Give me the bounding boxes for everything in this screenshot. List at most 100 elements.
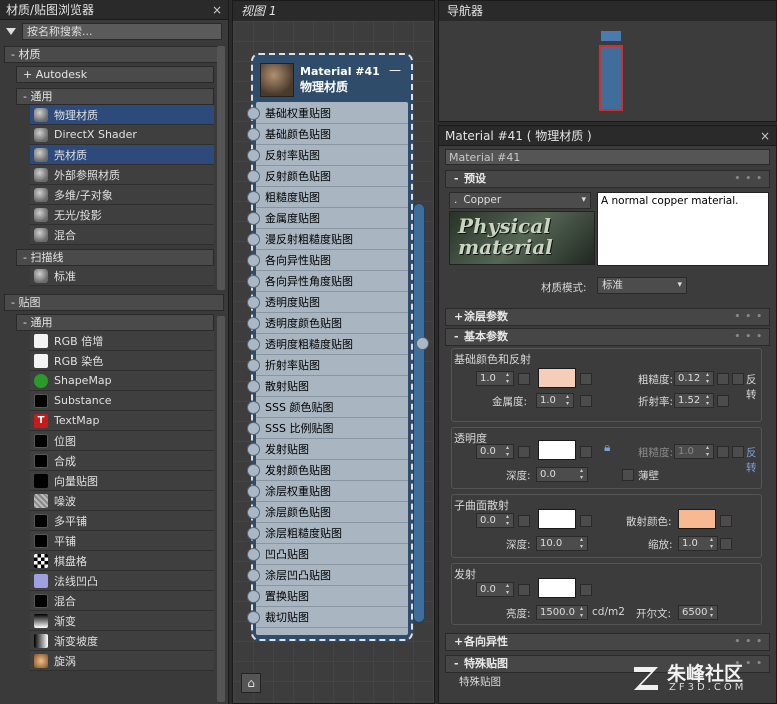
ior-map-button[interactable] xyxy=(717,395,729,407)
node-input-slot[interactable]: 透明度贴图 xyxy=(247,292,408,313)
input-socket[interactable] xyxy=(247,589,260,603)
emission-weight-spinner[interactable]: 0.0 xyxy=(476,582,514,597)
luminance-spinner[interactable]: 1500.0 xyxy=(536,605,588,620)
list-item[interactable]: 合成 xyxy=(30,451,214,471)
input-socket[interactable] xyxy=(247,232,260,246)
node-input-slot[interactable]: 金属度贴图 xyxy=(247,208,408,229)
node-input-slot[interactable]: 漫反射粗糙度贴图 xyxy=(247,229,408,250)
emission-weight-map-button[interactable] xyxy=(518,584,530,596)
input-socket[interactable] xyxy=(247,337,260,351)
lock-icon[interactable]: ⌂ xyxy=(241,673,261,693)
thin-walled-checkbox[interactable] xyxy=(622,469,634,481)
material-node[interactable]: Material #41 物理材质 — 基础权重贴图 基础颜色贴图 反射率贴图 反射颜… xyxy=(247,53,429,641)
list-item[interactable]: DirectX Shader xyxy=(30,125,214,145)
input-socket[interactable] xyxy=(247,547,260,561)
node-input-slot[interactable]: SSS 颜色贴图 xyxy=(247,397,408,418)
list-item[interactable]: 多平铺 xyxy=(30,511,214,531)
input-socket[interactable] xyxy=(247,526,260,540)
input-socket[interactable] xyxy=(247,169,260,183)
node-input-slot[interactable]: 涂层粗糙度贴图 xyxy=(247,523,408,544)
search-input[interactable] xyxy=(22,22,222,40)
transparency-invert-checkbox[interactable] xyxy=(732,446,744,458)
node-input-slot[interactable]: 裁切贴图 xyxy=(247,607,408,628)
transparency-roughness-spinner[interactable]: 1.0 xyxy=(674,444,714,459)
sss-depth-spinner[interactable]: 10.0 xyxy=(536,536,588,551)
sss-color-swatch[interactable] xyxy=(538,509,576,529)
sss-scale-map-button[interactable] xyxy=(720,538,732,550)
list-item[interactable]: 外部参照材质 xyxy=(30,165,214,185)
node-input-slot[interactable]: 涂层颜色贴图 xyxy=(247,502,408,523)
input-socket[interactable] xyxy=(247,610,260,624)
transparency-roughness-map-button[interactable] xyxy=(717,446,729,458)
node-input-slot[interactable]: SSS 比例贴图 xyxy=(247,418,408,439)
node-header[interactable]: Material #41 物理材质 — xyxy=(256,58,408,102)
material-list-scrollbar[interactable] xyxy=(217,46,225,290)
node-input-slot[interactable]: 凹凸贴图 xyxy=(247,544,408,565)
list-item[interactable]: 平铺 xyxy=(30,531,214,551)
sss-color-map-button[interactable] xyxy=(580,515,592,527)
list-item[interactable]: 向量贴图 xyxy=(30,471,214,491)
input-socket[interactable] xyxy=(247,358,260,372)
preset-dropdown[interactable]: . Copper xyxy=(449,192,591,209)
ior-spinner[interactable]: 1.52 xyxy=(674,393,714,408)
options-dropdown-icon[interactable] xyxy=(6,27,16,35)
scatter-color-swatch[interactable] xyxy=(678,509,716,529)
list-item[interactable]: 无光/投影 xyxy=(30,205,214,225)
input-socket[interactable] xyxy=(247,316,260,330)
output-socket[interactable] xyxy=(416,337,429,350)
input-socket[interactable] xyxy=(247,421,260,435)
list-item[interactable]: 旋涡 xyxy=(30,651,214,671)
material-name-field[interactable] xyxy=(445,149,770,165)
section-scanline[interactable]: - 扫描线 xyxy=(16,249,214,266)
list-item[interactable]: 位图 xyxy=(30,431,214,451)
node-input-slot[interactable]: 各向异性角度贴图 xyxy=(247,271,408,292)
transparency-color-swatch[interactable] xyxy=(538,440,576,460)
metalness-spinner[interactable]: 1.0 xyxy=(536,393,574,408)
list-item[interactable]: ShapeMap xyxy=(30,371,214,391)
scatter-color-map-button[interactable] xyxy=(720,515,732,527)
list-item[interactable]: RGB 染色 xyxy=(30,351,214,371)
transparency-weight-map-button[interactable] xyxy=(518,446,530,458)
transparency-color-map-button[interactable] xyxy=(580,446,592,458)
emission-color-swatch[interactable] xyxy=(538,578,576,598)
node-input-slot[interactable]: 基础权重贴图 xyxy=(247,103,408,124)
input-socket[interactable] xyxy=(247,463,260,477)
basic-params-rollout[interactable]: - 基本参数 • • • xyxy=(445,328,770,346)
coating-rollout[interactable]: +涂层参数 • • • xyxy=(445,308,770,326)
node-input-slot[interactable]: 涂层凹凸贴图 xyxy=(247,565,408,586)
list-item[interactable]: 标准 xyxy=(30,266,214,286)
node-input-slot[interactable]: 折射率贴图 xyxy=(247,355,408,376)
metalness-map-button[interactable] xyxy=(580,395,592,407)
emission-color-map-button[interactable] xyxy=(580,584,592,596)
base-weight-spinner[interactable]: 1.0 xyxy=(476,371,514,386)
list-item[interactable]: 棋盘格 xyxy=(30,551,214,571)
list-item[interactable]: 噪波 xyxy=(30,491,214,511)
input-socket[interactable] xyxy=(247,400,260,414)
section-maps[interactable]: - 贴图 xyxy=(4,294,224,311)
base-color-swatch[interactable] xyxy=(538,368,576,388)
minimize-icon[interactable]: — xyxy=(389,63,401,77)
input-socket[interactable] xyxy=(247,148,260,162)
list-item[interactable]: 混合 xyxy=(30,225,214,245)
node-input-slot[interactable]: 发射贴图 xyxy=(247,439,408,460)
node-input-slot[interactable]: 透明度粗糙度贴图 xyxy=(247,334,408,355)
list-item[interactable]: RGB 倍增 xyxy=(30,331,214,351)
sss-weight-spinner[interactable]: 0.0 xyxy=(476,513,514,528)
close-icon[interactable]: × xyxy=(760,126,770,146)
node-input-slot[interactable]: 涂层权重贴图 xyxy=(247,481,408,502)
view-tab[interactable]: 视图 1 xyxy=(233,1,434,21)
input-socket[interactable] xyxy=(247,211,260,225)
node-canvas[interactable]: Material #41 物理材质 — 基础权重贴图 基础颜色贴图 反射率贴图 反射颜… xyxy=(233,21,434,703)
lock-icon[interactable]: 🔒︎ xyxy=(604,440,610,455)
list-item[interactable]: 混合 xyxy=(30,591,214,611)
input-socket[interactable] xyxy=(247,484,260,498)
base-weight-map-button[interactable] xyxy=(518,373,530,385)
close-icon[interactable]: × xyxy=(212,0,222,20)
node-input-slot[interactable]: 反射率贴图 xyxy=(247,145,408,166)
transparency-weight-spinner[interactable]: 0.0 xyxy=(476,444,514,459)
invert-checkbox[interactable] xyxy=(732,373,744,385)
input-socket[interactable] xyxy=(247,568,260,582)
node-input-slot[interactable]: 置换贴图 xyxy=(247,586,408,607)
node-input-slot[interactable]: 各向异性贴图 xyxy=(247,250,408,271)
node-input-slot[interactable]: 反射颜色贴图 xyxy=(247,166,408,187)
